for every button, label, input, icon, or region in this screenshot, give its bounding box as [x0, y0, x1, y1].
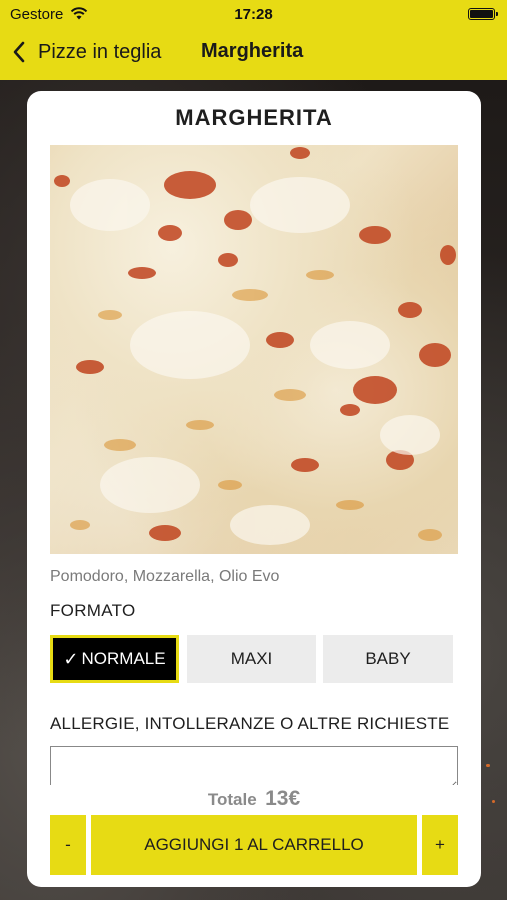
format-label: FORMATO — [50, 601, 136, 620]
plus-label: + — [435, 835, 445, 854]
minus-label: - — [65, 835, 71, 854]
navigation-header: Gestore 17:28 Pizze in teglia Margherita — [0, 0, 507, 80]
product-card: MARGHERITA Pomodoro, Mozzarella, Olio Ev… — [27, 91, 481, 887]
total-value: 13€ — [265, 787, 301, 810]
allergies-label: ALLERGIE, INTOLLERANZE O ALTRE RICHIESTE — [50, 714, 450, 733]
increase-quantity-button[interactable]: + — [422, 815, 458, 875]
product-ingredients: Pomodoro, Mozzarella, Olio Evo — [50, 568, 280, 585]
background-spark — [492, 800, 495, 803]
format-option-label: BABY — [365, 649, 411, 668]
format-option-label: NORMALE — [81, 649, 166, 668]
add-to-cart-label: AGGIUNGI 1 AL CARRELLO — [144, 835, 364, 854]
order-total: Totale 13€ — [27, 785, 481, 811]
clock: 17:28 — [234, 6, 273, 23]
product-photo — [50, 145, 458, 554]
check-icon: ✓ — [63, 648, 79, 669]
total-label: Totale — [207, 790, 257, 809]
page-title: Margherita — [201, 40, 304, 62]
format-option-normale[interactable]: ✓ NORMALE — [50, 635, 179, 683]
pizza-image — [54, 147, 456, 545]
allergies-input[interactable] — [50, 746, 458, 790]
decrease-quantity-button[interactable]: - — [50, 815, 86, 875]
back-button-label: Pizze in teglia — [38, 40, 162, 63]
format-option-baby[interactable]: BABY — [323, 635, 453, 683]
background-spark — [486, 764, 490, 767]
format-option-label: MAXI — [230, 649, 273, 668]
chevron-left-icon — [13, 41, 25, 63]
back-button[interactable]: Pizze in teglia — [12, 36, 161, 68]
add-to-cart-button[interactable]: AGGIUNGI 1 AL CARRELLO — [91, 815, 417, 875]
product-name: MARGHERITA — [175, 105, 333, 130]
format-option-maxi[interactable]: MAXI — [187, 635, 316, 683]
status-bar: Gestore 17:28 — [0, 0, 507, 28]
battery-icon — [468, 8, 498, 20]
